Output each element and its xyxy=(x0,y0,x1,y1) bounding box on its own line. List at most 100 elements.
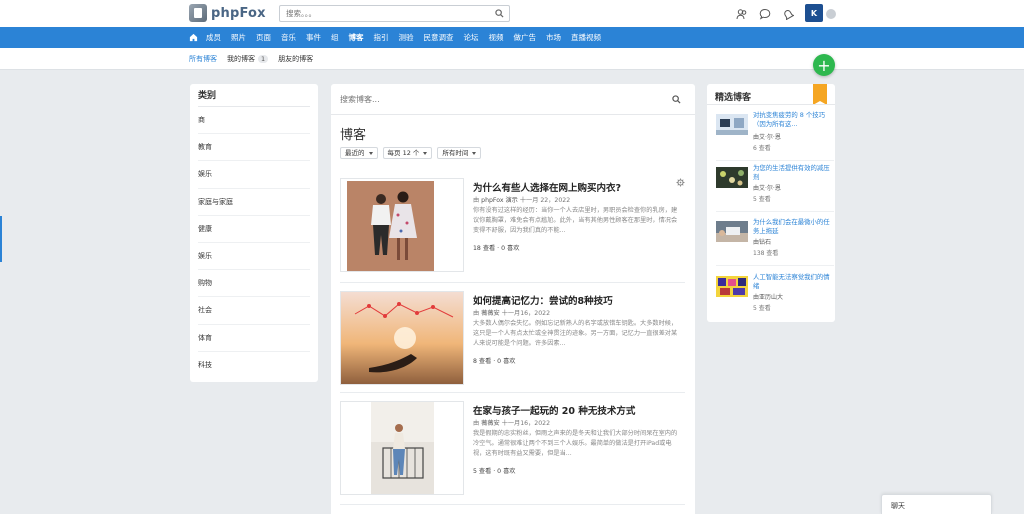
featured-thumbnail[interactable] xyxy=(716,167,748,188)
chevron-down-icon xyxy=(423,151,428,155)
featured-thumbnail[interactable] xyxy=(716,114,748,135)
tab-all-blogs[interactable]: 所有博客 xyxy=(189,54,217,64)
featured-item-title[interactable]: 为什么我们会在最微小的任务上拖延 xyxy=(753,218,833,236)
post-thumbnail[interactable] xyxy=(340,178,464,272)
post-meta: 由 薇薇安 十一月16，2022 xyxy=(473,310,551,317)
nav-item-polls[interactable]: 民意调查 xyxy=(424,32,454,43)
filter-bar: 最近的 每页 12 个 所有时间 xyxy=(340,147,486,159)
tab-friends-blogs[interactable]: 朋友的博客 xyxy=(278,54,313,64)
featured-item-author[interactable]: 由钻石 xyxy=(753,237,771,246)
post-divider xyxy=(340,392,685,393)
top-header: phpFox K xyxy=(0,0,1024,27)
friends-icon[interactable] xyxy=(736,8,748,20)
left-edge-indicator xyxy=(0,216,2,262)
nav-item-pages[interactable]: 页面 xyxy=(256,32,271,43)
featured-divider xyxy=(716,265,834,266)
nav-item-members[interactable]: 成员 xyxy=(206,32,221,43)
featured-thumbnail[interactable] xyxy=(716,276,748,297)
blog-post-card: 如何提高记忆力：尝试的8种技巧 由 薇薇安 十一月16，2022 大多数人偶尔会… xyxy=(340,291,685,387)
blog-search-input[interactable] xyxy=(331,84,631,114)
logo-icon xyxy=(189,4,207,22)
blog-subtabs-bar: 所有博客 我的博客 1 朋友的博客 xyxy=(0,48,1024,70)
featured-item-title[interactable]: 为您的生活提供有效的减压剂 xyxy=(753,164,833,182)
post-title[interactable]: 如何提高记忆力：尝试的8种技巧 xyxy=(473,293,613,307)
nav-item-live-video[interactable]: 直播视频 xyxy=(571,32,601,43)
time-range-dropdown[interactable]: 所有时间 xyxy=(437,147,482,159)
chat-label: 聊天 xyxy=(891,502,905,510)
blog-search-box[interactable] xyxy=(331,84,695,115)
nav-item-music[interactable]: 音乐 xyxy=(281,32,296,43)
search-icon[interactable] xyxy=(495,9,504,18)
per-page-dropdown-value: 每页 12 个 xyxy=(387,149,420,157)
featured-item-author[interactable]: 由艾·尔·恩 xyxy=(753,183,781,192)
user-avatar[interactable]: K xyxy=(805,4,823,22)
category-sports[interactable]: 体育 xyxy=(198,325,310,352)
category-shopping[interactable]: 购物 xyxy=(198,270,310,298)
sort-dropdown-value: 最近的 xyxy=(345,149,365,157)
sort-dropdown[interactable]: 最近的 xyxy=(340,147,378,159)
category-business[interactable]: 商 xyxy=(198,107,310,135)
featured-item-author[interactable]: 由艾·尔·恩 xyxy=(753,132,781,141)
add-blog-button[interactable]: + xyxy=(813,54,835,76)
post-date: 十一月 22，2022 xyxy=(519,197,571,204)
notifications-icon[interactable] xyxy=(782,8,794,20)
account-menu-caret-icon[interactable] xyxy=(826,9,836,19)
page-title: 博客 xyxy=(340,128,367,143)
blog-post-card: 在家与孩子一起玩的 20 种无技术方式 由 薇薇安 十一月16，2022 我是假… xyxy=(340,401,685,497)
post-title[interactable]: 为什么有些人选择在网上购买内衣? xyxy=(473,180,621,194)
post-author[interactable]: 薇薇安 xyxy=(481,310,500,317)
post-divider xyxy=(340,282,685,283)
post-stats: 8 查看 · 0 喜欢 xyxy=(473,358,516,365)
site-logo[interactable]: phpFox xyxy=(189,4,266,22)
nav-item-forum[interactable]: 论坛 xyxy=(464,32,479,43)
nav-item-ads[interactable]: 做广告 xyxy=(514,32,537,43)
category-health[interactable]: 健康 xyxy=(198,216,310,243)
search-icon[interactable] xyxy=(672,95,681,104)
featured-item-author[interactable]: 由亚历山大 xyxy=(753,292,783,301)
category-family-home[interactable]: 家庭与家庭 xyxy=(198,189,310,216)
nav-item-blogs[interactable]: 博客 xyxy=(349,32,364,43)
nav-item-videos[interactable]: 视频 xyxy=(489,32,504,43)
category-education[interactable]: 教育 xyxy=(198,134,310,162)
per-page-dropdown[interactable]: 每页 12 个 xyxy=(382,147,433,159)
post-thumbnail[interactable] xyxy=(340,401,464,495)
nav-item-quizzes[interactable]: 测验 xyxy=(399,32,414,43)
main-navigation: 成员 照片 页面 音乐 事件 组 博客 指引 测验 民意调查 论坛 视频 做广告… xyxy=(0,27,1024,48)
global-search-input[interactable] xyxy=(280,6,480,21)
my-blogs-count-badge: 1 xyxy=(258,55,269,63)
post-stats: 18 查看 · 0 喜欢 xyxy=(473,245,520,252)
global-search-box[interactable] xyxy=(279,5,510,22)
logo-text: phpFox xyxy=(211,5,266,21)
post-author[interactable]: 薇薇安 xyxy=(481,420,500,427)
category-recreation[interactable]: 娱乐 xyxy=(198,243,310,271)
category-technology[interactable]: 科技 xyxy=(198,352,310,379)
featured-item[interactable]: 为什么我们会在最微小的任务上拖延 由钻石 138 查看 xyxy=(716,215,834,263)
featured-item[interactable]: 为您的生活提供有效的减压剂 由艾·尔·恩 5 查看 xyxy=(716,161,834,209)
tab-my-blogs[interactable]: 我的博客 1 xyxy=(227,54,269,64)
featured-item[interactable]: 人工智能无法察觉我们的情绪 由亚历山大 5 查看 xyxy=(716,270,834,318)
featured-thumbnail[interactable] xyxy=(716,221,748,242)
featured-item-title[interactable]: 对抗变焦疲劳的 8 个技巧（因为所有这... xyxy=(753,111,833,129)
messages-icon[interactable] xyxy=(759,8,771,20)
nav-item-marketplace[interactable]: 市场 xyxy=(546,32,561,43)
gear-icon[interactable] xyxy=(676,178,685,187)
category-entertainment[interactable]: 娱乐 xyxy=(198,161,310,189)
featured-item[interactable]: 对抗变焦疲劳的 8 个技巧（因为所有这... 由艾·尔·恩 6 查看 xyxy=(716,108,834,156)
post-author[interactable]: phpFox 演示 xyxy=(481,197,518,204)
nav-item-guides[interactable]: 指引 xyxy=(374,32,389,43)
tab-my-blogs-label: 我的博客 xyxy=(227,55,255,63)
chat-dock[interactable]: 聊天 xyxy=(881,494,992,514)
featured-item-title[interactable]: 人工智能无法察觉我们的情绪 xyxy=(753,273,833,291)
blog-list-panel: 博客 最近的 每页 12 个 所有时间 为什么有些人选择在网上购买内衣? 由 p… xyxy=(331,84,695,514)
home-icon[interactable] xyxy=(189,33,198,42)
nav-item-groups[interactable]: 组 xyxy=(331,32,339,43)
blog-post-card: 为什么有些人选择在网上购买内衣? 由 phpFox 演示 十一月 22，2022… xyxy=(340,178,685,274)
chevron-down-icon xyxy=(472,151,477,155)
nav-item-photos[interactable]: 照片 xyxy=(231,32,246,43)
nav-item-events[interactable]: 事件 xyxy=(306,32,321,43)
post-thumbnail[interactable] xyxy=(340,291,464,385)
category-society[interactable]: 社会 xyxy=(198,297,310,325)
post-meta: 由 薇薇安 十一月16，2022 xyxy=(473,420,551,427)
post-excerpt: 你有没有过这样的经历：当你一个人去店里时，男职员会检查你的乳房，建议你戴胸罩，难… xyxy=(473,207,678,234)
post-title[interactable]: 在家与孩子一起玩的 20 种无技术方式 xyxy=(473,403,635,417)
